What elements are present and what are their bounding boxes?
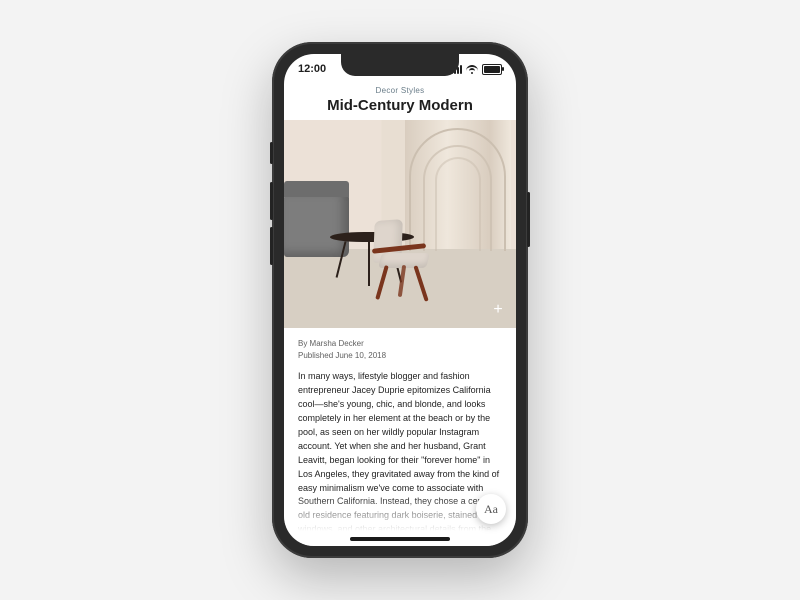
notch bbox=[341, 54, 459, 76]
app-content: 12:00 Decor Styles Mid-Century Modern bbox=[284, 54, 516, 546]
screen: 12:00 Decor Styles Mid-Century Modern bbox=[284, 54, 516, 546]
article-title: Mid-Century Modern bbox=[284, 97, 516, 114]
power-button bbox=[527, 192, 530, 247]
hero-armchair bbox=[363, 220, 456, 303]
category-label[interactable]: Decor Styles bbox=[284, 86, 516, 95]
volume-down-button bbox=[270, 227, 273, 265]
home-indicator[interactable] bbox=[350, 537, 450, 541]
publish-date: Published June 10, 2018 bbox=[298, 350, 502, 362]
phone-frame: 12:00 Decor Styles Mid-Century Modern bbox=[272, 42, 528, 558]
article-scroll[interactable]: By Marsha Decker Published June 10, 2018… bbox=[284, 328, 516, 546]
wifi-icon bbox=[466, 65, 478, 74]
battery-icon bbox=[482, 64, 502, 75]
hero-image[interactable]: + bbox=[284, 120, 516, 328]
text-settings-button[interactable]: Aa bbox=[476, 494, 506, 524]
article-header: Decor Styles Mid-Century Modern bbox=[284, 84, 516, 120]
article-meta: By Marsha Decker Published June 10, 2018 bbox=[284, 328, 516, 366]
expand-image-button[interactable]: + bbox=[488, 300, 508, 320]
mute-switch bbox=[270, 142, 273, 164]
byline: By Marsha Decker bbox=[298, 338, 502, 350]
hero-sofa bbox=[284, 195, 349, 257]
status-time: 12:00 bbox=[298, 63, 326, 75]
volume-up-button bbox=[270, 182, 273, 220]
